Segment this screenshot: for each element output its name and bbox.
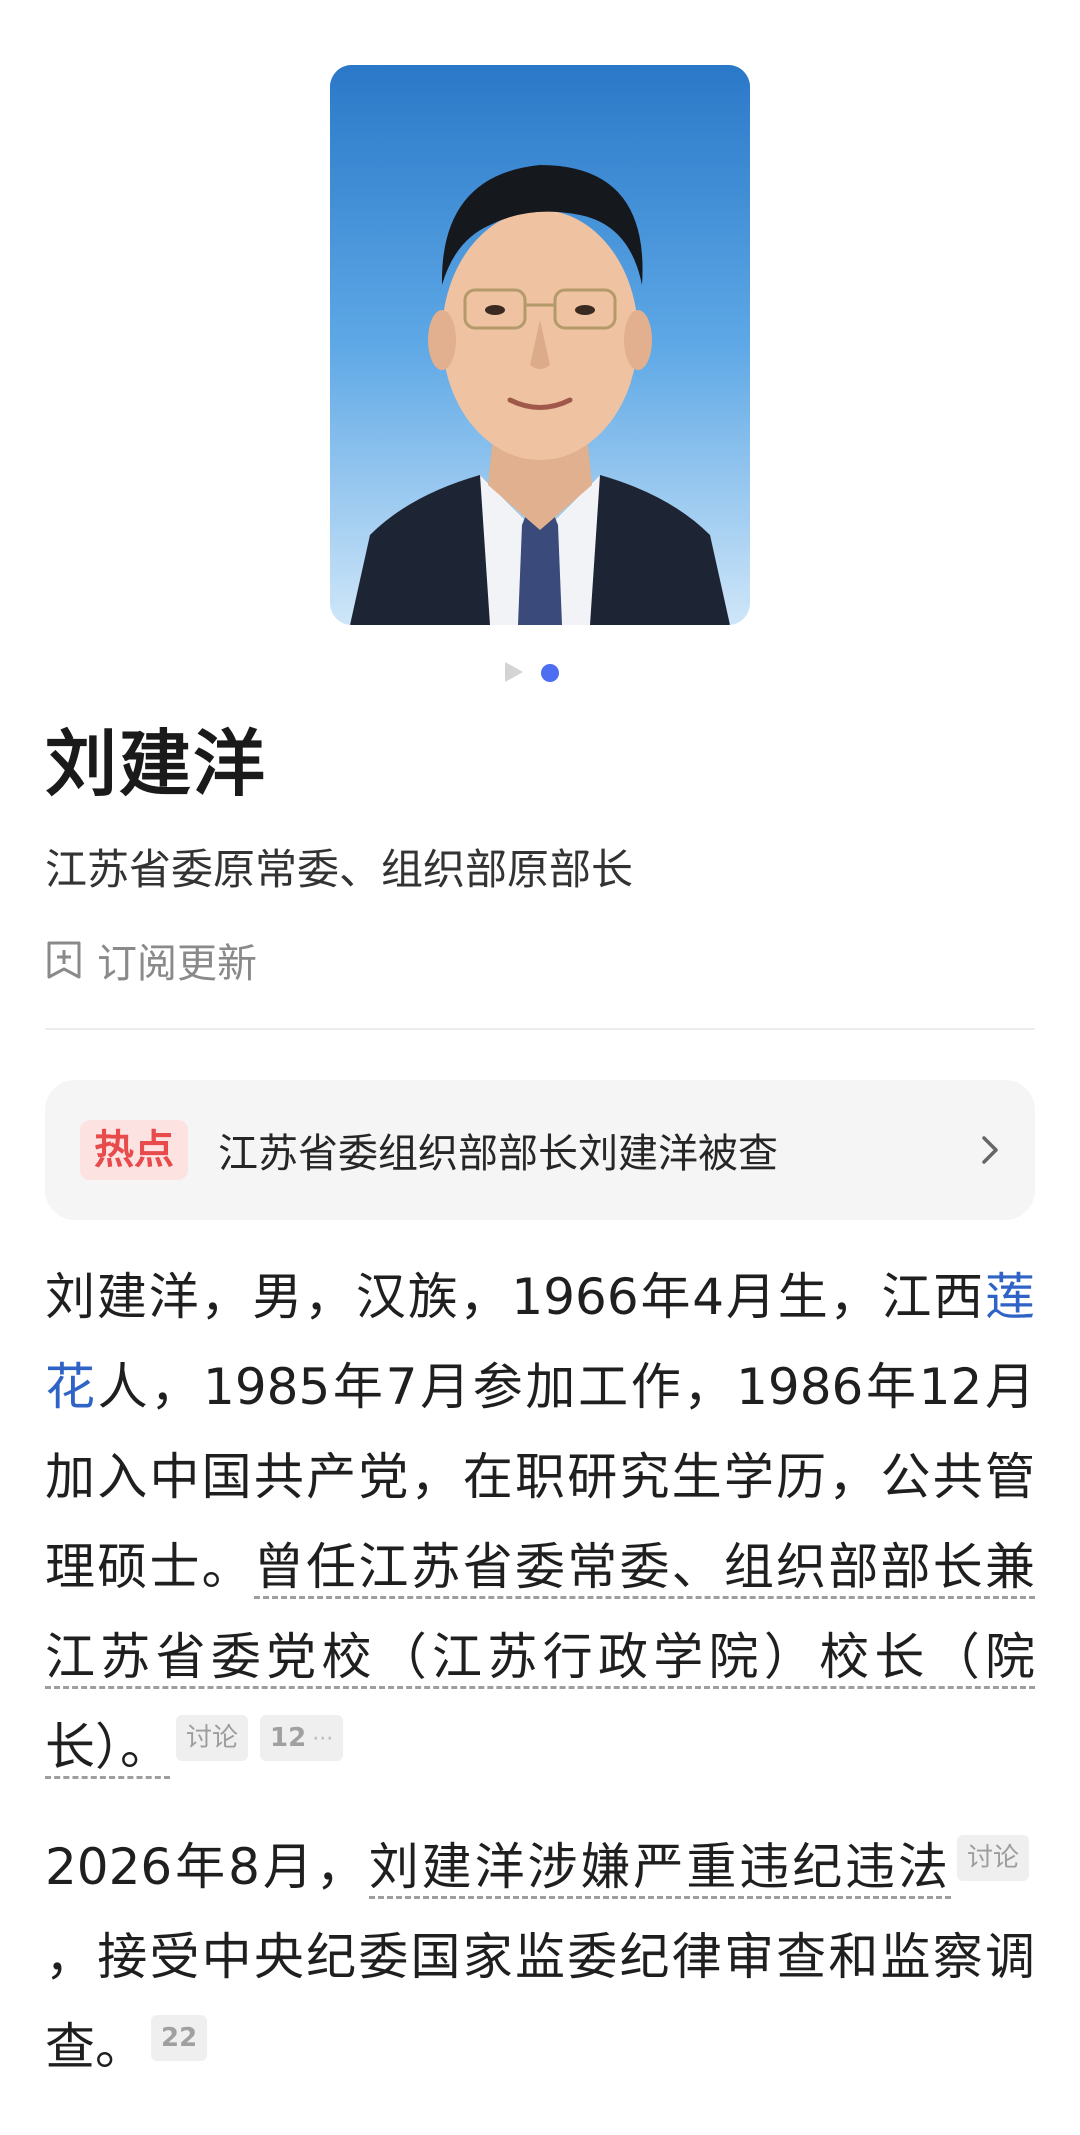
bio-text: 2026年8月， [45,1838,369,1896]
hot-news-title: 江苏省委组织部部长刘建洋被查 [218,1131,778,1177]
video-play-icon[interactable] [505,662,523,682]
chevron-right-icon [982,1136,998,1164]
investigation-link[interactable]: 刘建洋涉嫌严重违纪违法 [368,1838,951,1899]
page: 刘建洋 江苏省委原常委、组织部原部长 订阅更新 热点 江苏省委组织部部长刘建洋被… [0,0,1080,2135]
subscribe-label: 订阅更新 [97,941,257,987]
reference-tag[interactable]: 12 ··· [260,1715,344,1762]
discuss-tag[interactable]: 讨论 [176,1715,249,1762]
bio-text: 刘建洋，男，汉族，1966年4月生，江西 [45,1268,985,1326]
subscribe-button[interactable]: 订阅更新 [45,935,257,987]
portrait-photo[interactable] [330,65,750,625]
divider [45,1028,1035,1030]
discuss-tag[interactable]: 讨论 [957,1835,1030,1882]
reference-tag[interactable]: 22 [151,2015,208,2062]
hot-news-card[interactable]: 热点 江苏省委组织部部长刘建洋被查 [45,1080,1035,1220]
carousel-indicator [0,660,1080,682]
more-icon: ··· [312,1727,334,1753]
person-name: 刘建洋 [45,722,268,806]
bio-paragraph-1: 刘建洋，男，汉族，1966年4月生，江西莲花人，1985年7月参加工作，1986… [45,1252,1036,1792]
bio-paragraph-2: 2026年8月，刘建洋涉嫌严重违纪违法 讨论，接受中央纪委国家监委纪律审查和监察调… [45,1822,1035,2092]
carousel-dot-active[interactable] [541,664,559,682]
hot-badge: 热点 [80,1120,188,1180]
reference-number: 22 [161,2023,198,2054]
person-title: 江苏省委原常委、组织部原部长 [45,845,634,894]
subscribe-icon [47,941,81,979]
reference-number: 12 [270,1723,307,1754]
